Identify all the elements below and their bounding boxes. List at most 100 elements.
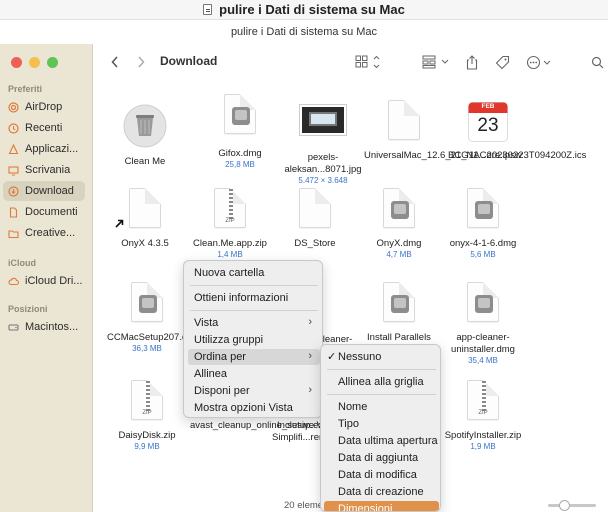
minimize-window-button[interactable] — [29, 57, 40, 68]
sort-option-data-modifica[interactable]: Data di modifica — [338, 468, 417, 483]
document-icon — [8, 206, 19, 218]
document-titlebar: pulire i Dati di sistema su Mac — [0, 0, 608, 20]
file-item[interactable]: UniversalMac_12.6_21G11...ore.ipsw — [364, 100, 522, 162]
file-item[interactable]: ZIP Clean.Me.app.zip 1,4 MB — [190, 188, 270, 260]
file-item[interactable]: ZIP SpotifyInstaller.zip 1,9 MB — [443, 380, 523, 452]
sort-option-data-creazione[interactable]: Data di creazione — [338, 485, 424, 500]
view-mode-button[interactable] — [353, 52, 383, 72]
action-button[interactable] — [525, 52, 555, 72]
sort-option-allinea-griglia[interactable]: Allinea alla griglia — [338, 375, 424, 390]
zoom-window-button[interactable] — [47, 57, 58, 68]
file-item[interactable]: DS_Store — [275, 188, 355, 250]
share-button[interactable] — [463, 52, 481, 72]
airdrop-icon — [8, 101, 19, 113]
search-button[interactable] — [589, 52, 605, 72]
sidebar-item-download[interactable]: Download — [3, 181, 85, 201]
group-icon — [422, 55, 449, 69]
file-item[interactable]: OnyX 4.3.5 — [105, 188, 185, 250]
image-icon — [299, 104, 347, 136]
chevron-right-icon: › — [308, 350, 312, 362]
zip-icon: ZIP — [131, 380, 163, 420]
disk-icon — [8, 322, 19, 333]
share-icon — [466, 54, 478, 70]
sidebar-item-macintosh-hd[interactable]: Macintos... — [3, 317, 85, 337]
file-item[interactable]: Install Parallels — [359, 282, 439, 344]
sort-option-nome[interactable]: Nome — [338, 400, 367, 415]
calendar-icon: FEB 23 — [468, 102, 508, 142]
back-button[interactable] — [107, 52, 123, 72]
document-icon — [203, 4, 213, 15]
desktop-icon — [8, 165, 19, 176]
sort-submenu: ✓ Nessuno Allinea alla griglia Nome Tipo… — [320, 344, 441, 512]
document-title: pulire i Dati di sistema su Mac — [219, 2, 405, 17]
menu-separator — [190, 310, 318, 311]
menu-item-utilizza-gruppi[interactable]: Utilizza gruppi — [194, 333, 263, 348]
finder-sidebar: Preferiti AirDrop Recenti Applicazi... S… — [0, 44, 93, 512]
dmg-icon — [467, 188, 499, 228]
menu-item-disponi-per[interactable]: Disponi per — [194, 384, 250, 399]
sort-option-tipo[interactable]: Tipo — [338, 417, 359, 432]
slider-knob[interactable] — [559, 500, 570, 511]
status-item-count: 20 eleme — [284, 500, 324, 511]
sidebar-section-favorites: Preferiti — [8, 84, 43, 94]
file-item[interactable]: Gifox.dmg 25,8 MB — [200, 94, 280, 170]
grid-view-icon — [355, 55, 380, 69]
file-item[interactable]: FEB 23 BC_NAC20230223T094200Z.ics — [448, 102, 586, 162]
menu-item-ordina-per[interactable]: Ordina per — [194, 350, 246, 365]
chevron-right-icon: › — [308, 384, 312, 396]
sidebar-item-documenti[interactable]: Documenti — [3, 202, 85, 222]
zip-icon: ZIP — [467, 380, 499, 420]
file-item[interactable]: OnyX.dmg 4,7 MB — [359, 188, 439, 260]
dmg-icon — [383, 188, 415, 228]
tag-button[interactable] — [493, 52, 511, 72]
sort-option-dimensioni[interactable]: Dimensioni — [338, 502, 392, 511]
menu-separator — [327, 394, 436, 395]
menu-item-allinea[interactable]: Allinea — [194, 367, 227, 382]
dmg-icon — [467, 282, 499, 322]
file-item[interactable]: onyx-4-1-6.dmg 5,6 MB — [443, 188, 523, 260]
more-options-icon — [526, 55, 551, 69]
alias-arrow-icon — [115, 219, 124, 228]
sidebar-item-recenti[interactable]: Recenti — [3, 118, 85, 138]
menu-separator — [190, 285, 318, 286]
menu-item-mostra-opzioni-vista[interactable]: Mostra opzioni Vista — [194, 401, 293, 416]
context-menu: Nuova cartella Ottieni informazioni Vist… — [183, 260, 323, 418]
apps-icon — [8, 143, 19, 155]
sidebar-item-scrivania[interactable]: Scrivania — [3, 160, 85, 180]
file-item[interactable]: pexels-aleksan...8071.jpg 5.472 × 3.648 — [283, 104, 363, 186]
close-window-button[interactable] — [11, 57, 22, 68]
chevron-left-icon — [111, 56, 118, 68]
chevron-right-icon: › — [308, 316, 312, 328]
window-controls — [11, 57, 58, 68]
file-item[interactable]: ZIP DaisyDisk.zip 9,9 MB — [107, 380, 187, 452]
file-item[interactable]: CCMacSetup207.dmg 36,3 MB — [107, 282, 200, 354]
trash-app-icon — [123, 104, 167, 148]
icon-size-slider[interactable] — [548, 500, 596, 511]
document-icon — [388, 100, 420, 140]
finder-toolbar: Download — [93, 44, 608, 80]
menu-item-ottieni-informazioni[interactable]: Ottieni informazioni — [194, 291, 288, 306]
document-subtitle: pulire i Dati di sistema su Mac — [0, 20, 608, 44]
group-button[interactable] — [421, 52, 453, 72]
sort-option-data-ultima-apertura[interactable]: Data ultima apertura — [338, 434, 438, 449]
file-item[interactable]: Clean Me — [105, 104, 185, 168]
clock-icon — [8, 122, 19, 134]
calendar-day: 23 — [477, 115, 499, 136]
chevron-right-icon — [138, 56, 145, 68]
calendar-month: FEB — [481, 103, 495, 110]
menu-item-nuova-cartella[interactable]: Nuova cartella — [194, 266, 264, 281]
alias-document-icon — [115, 188, 161, 228]
file-item[interactable]: avast_cleanup_online_setup.exe — [190, 420, 328, 432]
forward-button[interactable] — [133, 52, 149, 72]
sidebar-item-icloud-drive[interactable]: iCloud Dri... — [3, 271, 85, 291]
sort-option-nessuno[interactable]: Nessuno — [338, 350, 381, 365]
sidebar-item-applicazioni[interactable]: Applicazi... — [3, 139, 85, 159]
checkmark-icon: ✓ — [327, 351, 337, 363]
file-item[interactable]: app-cleaner-uninstaller.dmg 35,4 MB — [443, 282, 523, 366]
sort-option-data-aggiunta[interactable]: Data di aggiunta — [338, 451, 418, 466]
zip-icon: ZIP — [214, 188, 246, 228]
sidebar-item-airdrop[interactable]: AirDrop — [3, 97, 85, 117]
menu-item-vista[interactable]: Vista — [194, 316, 218, 331]
sidebar-section-icloud: iCloud — [8, 258, 36, 268]
sidebar-item-creative[interactable]: Creative... — [3, 223, 85, 243]
